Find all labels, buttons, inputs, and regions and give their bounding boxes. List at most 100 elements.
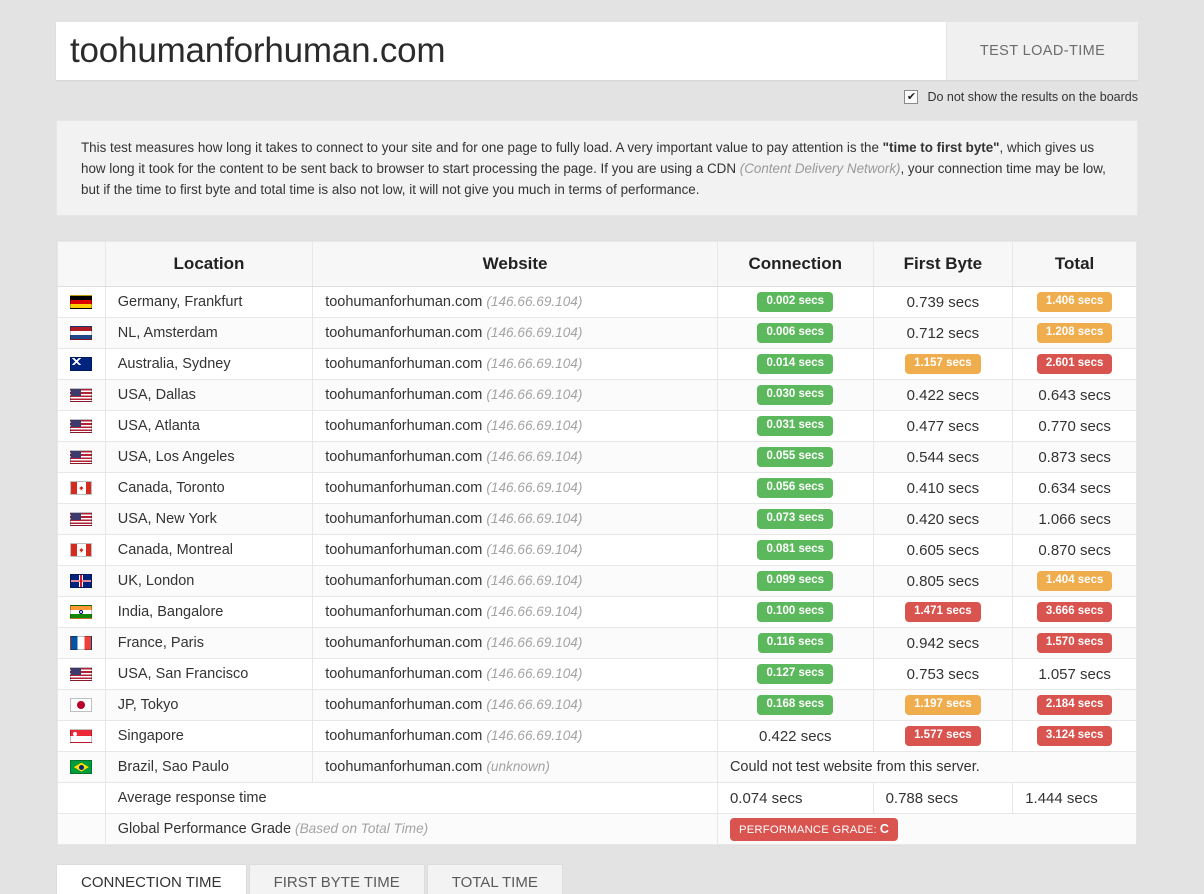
row-flag-cell [57,627,106,659]
flag-icon-de [70,295,93,310]
tab-total-time[interactable]: TOTAL TIME [426,864,563,894]
website-ip: (146.66.69.104) [486,542,583,557]
row-connection-cell: 0.056 secs [716,472,874,504]
connection-value: 0.006 secs [757,323,834,343]
row-flag-cell [57,751,106,783]
table-row: USA, Los Angeles toohumanforhuman.com (14… [57,441,1137,473]
row-website-cell: toohumanforhuman.com (146.66.69.104) [312,720,718,752]
location-label: India, Bangalore [117,604,224,620]
flag-icon-ca [70,481,93,496]
row-website-cell: toohumanforhuman.com (146.66.69.104) [312,317,718,349]
column-header-connection[interactable]: Connection [716,241,874,287]
row-first-byte-cell: 1.157 secs [872,348,1014,380]
tab-first-byte-time[interactable]: FIRST BYTE TIME [248,864,425,894]
row-website-cell: toohumanforhuman.com (146.66.69.104) [312,627,718,659]
connection-value: 0.168 secs [757,695,834,715]
row-website-cell: toohumanforhuman.com (146.66.69.104) [312,348,718,380]
row-website-cell: toohumanforhuman.com (146.66.69.104) [312,472,718,504]
website-ip: (146.66.69.104) [486,356,583,371]
row-flag-cell [57,689,106,721]
row-flag-cell [57,379,106,411]
error-message: Could not test website from this server. [729,759,980,775]
first-byte-value: 1.157 secs [905,354,981,374]
website-ip: (146.66.69.104) [486,418,583,433]
first-byte-value: 0.739 secs [906,293,980,311]
website-ip: (146.66.69.104) [486,604,583,619]
grade-badge-label: PERFORMANCE GRADE: [738,823,877,836]
table-row: Canada, Toronto toohumanforhuman.com (146… [57,472,1137,504]
location-label: France, Paris [117,635,204,651]
row-first-byte-cell: 0.410 secs [872,472,1014,504]
url-input[interactable] [56,22,946,80]
grade-sublabel: (Based on Total Time) [295,821,429,836]
connection-value: 0.081 secs [757,540,834,560]
row-location-cell: NL, Amsterdam [104,317,314,349]
total-value: 0.770 secs [1038,417,1111,435]
test-load-time-button[interactable]: TEST LOAD-TIME [946,22,1138,80]
flag-icon-nl [70,326,93,341]
row-flag-cell [57,534,106,566]
connection-value: 0.056 secs [757,478,834,498]
first-byte-value: 1.471 secs [905,602,981,622]
connection-value: 0.127 secs [757,664,834,684]
flag-icon-us [70,450,93,465]
flag-icon-ca [70,543,93,558]
tab-connection-time[interactable]: CONNECTION TIME [56,864,247,894]
location-label: Brazil, Sao Paulo [117,759,229,775]
flag-icon-gb [70,574,93,589]
page-root: TEST LOAD-TIME ✔ Do not show the results… [0,0,1204,894]
table-row: Canada, Montreal toohumanforhuman.com (14… [57,534,1137,566]
row-first-byte-cell: 0.605 secs [872,534,1014,566]
row-connection-cell: 0.014 secs [716,348,874,380]
website-label: toohumanforhuman.com [325,666,483,682]
row-total-cell: 1.066 secs [1012,503,1137,535]
total-value: 1.066 secs [1038,510,1111,528]
location-label: Germany, Frankfurt [117,294,243,310]
row-flag-cell [57,348,106,380]
row-flag-cell [57,317,106,349]
website-ip: (unknown) [486,759,550,774]
location-label: JP, Tokyo [117,697,179,713]
first-byte-value: 1.577 secs [905,726,981,746]
row-flag-cell [57,596,106,628]
website-label: toohumanforhuman.com [325,418,483,434]
location-label: Australia, Sydney [117,356,231,372]
first-byte-value: 0.410 secs [906,479,980,497]
description-text-1: This test measures how long it takes to … [81,140,883,155]
connection-value: 0.422 secs [758,727,832,745]
flag-icon-jp [70,698,93,713]
total-value: 3.124 secs [1036,726,1113,746]
row-first-byte-cell: 1.577 secs [872,720,1014,752]
row-first-byte-cell: 0.753 secs [872,658,1014,690]
row-location-cell: Australia, Sydney [104,348,314,380]
row-first-byte-cell: 0.739 secs [872,286,1014,318]
website-label: toohumanforhuman.com [325,759,483,775]
first-byte-value: 0.420 secs [906,510,980,528]
row-location-cell: Canada, Toronto [104,472,314,504]
row-flag-cell [57,286,106,318]
connection-value: 0.099 secs [757,571,834,591]
connection-value: 0.100 secs [757,602,834,622]
column-header-location[interactable]: Location [104,241,314,287]
row-flag-cell [57,720,106,752]
average-total-value: 1.444 secs [1025,789,1098,807]
website-ip: (146.66.69.104) [486,697,583,712]
table-row: Singapore toohumanforhuman.com (146.66.69… [57,720,1137,752]
row-total-cell: 1.404 secs [1012,565,1137,597]
column-header-total[interactable]: Total [1012,241,1137,287]
website-label: toohumanforhuman.com [325,635,483,651]
connection-value: 0.073 secs [757,509,834,529]
total-value: 1.404 secs [1036,571,1113,591]
flag-icon-sg [70,729,93,744]
column-header-first-byte[interactable]: First Byte [872,241,1014,287]
column-header-website[interactable]: Website [312,241,718,287]
total-value: 3.666 secs [1036,602,1113,622]
row-total-cell: 3.124 secs [1012,720,1137,752]
row-website-cell: toohumanforhuman.com (unknown) [312,751,718,783]
grade-letter: C [879,821,890,836]
table-row: Brazil, Sao Paulo toohumanforhuman.com (u… [57,751,1138,783]
row-total-cell: 0.634 secs [1012,472,1137,504]
website-ip: (146.66.69.104) [486,666,583,681]
hide-results-checkbox[interactable]: ✔ [904,90,919,104]
flag-icon-au [70,357,93,372]
